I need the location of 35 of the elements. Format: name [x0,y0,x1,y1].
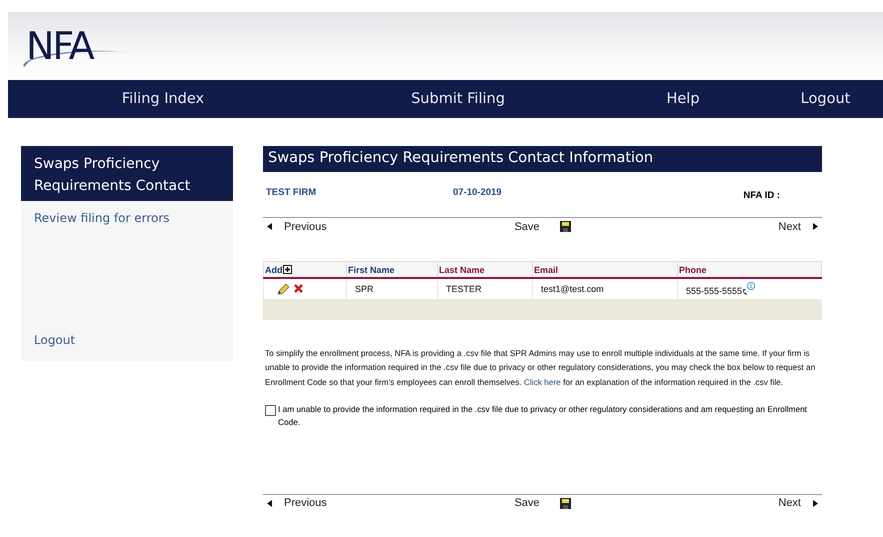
column-header[interactable]: First Name [346,262,438,278]
delete-icon[interactable] [294,284,303,292]
page-title: Swaps Proficiency Requirements Contact Information [263,146,822,172]
save-button[interactable]: Save [514,220,571,232]
firm-name: TEST FIRM [266,187,318,200]
filing-date: 07-10-2019 [453,187,503,200]
sidebar-title: Swaps Proficiency Requirements Contact [21,146,233,201]
sidebar-link[interactable]: Review filing for errors [34,211,220,225]
click-here-link[interactable]: Click here [524,376,561,387]
column-header[interactable]: Phone [678,262,822,278]
checkbox[interactable] [265,404,276,416]
pencil-icon[interactable] [277,284,289,294]
menu-link[interactable]: Logout [800,91,850,107]
column-header[interactable]: Last Name [438,262,532,278]
add-icon[interactable] [282,264,292,274]
previous-button[interactable]: Previous [267,220,514,232]
table-cell: 555-555-5555 [686,286,742,296]
column-header[interactable]: Add [264,262,346,278]
previous-button[interactable]: Previous [267,497,514,510]
caret-left-icon [267,500,272,507]
next-button[interactable]: Next [778,497,818,510]
checkbox-label: I am unable to provide the information required in the .csv file due to privacy or other regulatory considerations and am requesting an Enrollment Code. [278,402,808,429]
instructions-paragraph: To simplify the enrollment process, NFA is providing a .csv file that SPR Admins may use to enroll multiple individuals at the same time. If your firm is unable to provide the information required in the .csv file due to privacy or other regulatory considerations, you may check the box below to request an Enrollment Code so that your firm's employees can enroll themselves. Click here for an explanation of the information required in the .csv file. [264,347,816,389]
caret-left-icon [267,223,272,230]
sidebar-link[interactable]: Logout [34,333,220,347]
column-header[interactable]: Email [532,262,678,278]
save-button[interactable]: Save [514,497,571,510]
caret-right-icon [813,223,818,230]
phone-call-icon[interactable] [742,282,756,296]
next-button[interactable]: Next [778,220,818,232]
caret-right-icon [813,500,818,507]
menu-link[interactable]: Submit Filing [411,91,505,107]
menu-link[interactable]: Help [666,91,700,107]
menu-link[interactable]: Filing Index [122,91,204,107]
nfa-id-label: NFA ID : [743,189,780,203]
